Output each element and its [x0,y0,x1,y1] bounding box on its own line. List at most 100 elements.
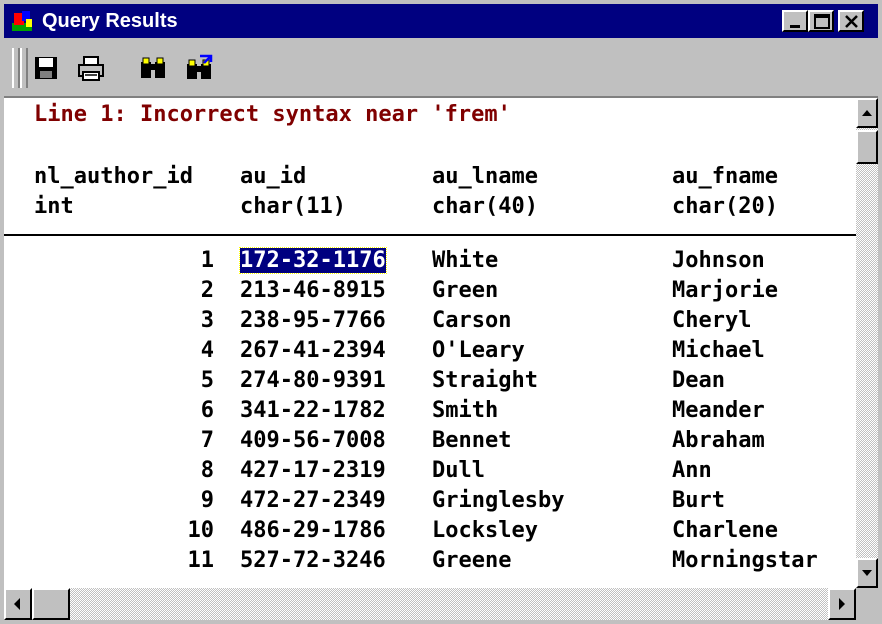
query-results-icon [10,9,34,33]
cell-au-fname[interactable]: Abraham [672,428,765,453]
toolbar-grip[interactable] [12,48,20,88]
table-row[interactable]: 6 341-22-1782 Smith Meander [4,398,856,428]
cell-nl-author-id[interactable]: 9 [4,488,214,513]
column-header-type: char(11) [240,194,346,219]
cell-au-lname[interactable]: Dull [432,458,485,483]
cell-au-lname[interactable]: Gringlesby [432,488,564,513]
cell-au-lname[interactable]: Smith [432,398,498,423]
cell-au-lname[interactable]: O'Leary [432,338,525,363]
cell-au-id[interactable]: 213-46-8915 [240,278,386,303]
table-row[interactable]: 11 527-72-3246 Greene Morningstar [4,548,856,578]
table-row[interactable]: 10 486-29-1786 Locksley Charlene [4,518,856,548]
cell-au-id[interactable]: 274-80-9391 [240,368,386,393]
column-header-type: int [34,194,74,219]
cell-au-id[interactable]: 267-41-2394 [240,338,386,363]
cell-au-lname[interactable]: Bennet [432,428,511,453]
horizontal-scrollbar[interactable] [4,588,856,620]
cell-nl-author-id[interactable]: 1 [4,248,214,273]
cell-au-id[interactable]: 341-22-1782 [240,398,386,423]
table-row[interactable]: 7 409-56-7008 Bennet Abraham [4,428,856,458]
cell-au-fname[interactable]: Morningstar [672,548,818,573]
binoculars-icon [141,57,165,78]
maximize-icon [814,14,830,29]
close-icon [845,15,858,28]
cell-nl-author-id[interactable]: 6 [4,398,214,423]
query-results-window: Query Results Line 1: Incorrect syntax n… [0,0,882,624]
arrow-down-icon [862,570,872,576]
cell-au-fname[interactable]: Marjorie [672,278,778,303]
cell-nl-author-id[interactable]: 4 [4,338,214,363]
printer-icon [78,56,104,81]
arrow-up-icon [862,110,872,116]
cell-nl-author-id[interactable]: 3 [4,308,214,333]
print-button[interactable] [74,52,108,86]
horizontal-scroll-thumb[interactable] [32,588,70,620]
title-bar[interactable]: Query Results [4,4,878,38]
cell-au-id[interactable]: 472-27-2349 [240,488,386,513]
cell-nl-author-id[interactable]: 8 [4,458,214,483]
cell-nl-author-id[interactable]: 2 [4,278,214,303]
scroll-left-button[interactable] [4,588,32,620]
column-header-name: au_id [240,164,307,189]
cell-au-lname[interactable]: White [432,248,498,273]
binoculars-arrow-icon [187,54,213,79]
results-pane[interactable]: Line 1: Incorrect syntax near 'frem' nl_… [4,98,856,588]
cell-nl-author-id[interactable]: 11 [4,548,215,573]
column-header-type: char(20) [672,194,778,219]
vertical-scrollbar[interactable] [856,98,878,588]
column-header-name: au_lname [432,164,538,189]
cell-nl-author-id[interactable]: 5 [4,368,214,393]
cell-nl-author-id[interactable]: 10 [4,518,215,543]
cell-au-lname[interactable]: Straight [432,368,538,393]
cell-au-id[interactable]: 409-56-7008 [240,428,386,453]
maximize-button[interactable] [808,10,834,32]
cell-au-id[interactable]: 486-29-1786 [240,518,386,543]
cell-au-id[interactable]: 527-72-3246 [240,548,386,573]
table-row[interactable]: 2 213-46-8915 Green Marjorie [4,278,856,308]
find-button[interactable] [136,52,170,86]
cell-au-id[interactable]: 172-32-1176 [239,247,387,274]
minimize-button[interactable] [782,10,808,32]
column-header-type: char(40) [432,194,538,219]
save-button[interactable] [30,52,64,86]
scroll-up-button[interactable] [856,98,878,128]
arrow-left-icon [14,598,20,610]
toolbar-grip[interactable] [20,48,28,88]
cell-au-fname[interactable]: Ann [672,458,712,483]
cell-au-fname[interactable]: Johnson [672,248,765,273]
cell-au-lname[interactable]: Locksley [432,518,538,543]
error-message: Line 1: Incorrect syntax near 'frem' [34,102,511,127]
minimize-icon [790,25,800,28]
floppy-disk-icon [35,57,57,79]
table-row[interactable]: 3 238-95-7766 Carson Cheryl [4,308,856,338]
cell-au-fname[interactable]: Michael [672,338,765,363]
cell-au-lname[interactable]: Green [432,278,498,303]
find-next-button[interactable] [182,52,216,86]
table-row[interactable]: 4 267-41-2394 O'Leary Michael [4,338,856,368]
window-title: Query Results [42,10,178,32]
table-row[interactable]: 1 172-32-1176 White Johnson [4,247,856,278]
cell-nl-author-id[interactable]: 7 [4,428,214,453]
cell-au-fname[interactable]: Burt [672,488,725,513]
cell-au-fname[interactable]: Charlene [672,518,778,543]
close-button[interactable] [838,10,864,32]
cell-au-fname[interactable]: Cheryl [672,308,751,333]
cell-au-id[interactable]: 427-17-2319 [240,458,386,483]
header-divider [4,234,856,236]
cell-au-fname[interactable]: Meander [672,398,765,423]
cell-au-id[interactable]: 238-95-7766 [240,308,386,333]
table-row[interactable]: 9 472-27-2349 Gringlesby Burt [4,488,856,518]
cell-au-lname[interactable]: Greene [432,548,511,573]
scroll-right-button[interactable] [828,588,856,620]
column-header-name: nl_author_id [34,164,193,189]
column-header-name: au_fname [672,164,778,189]
vertical-scroll-thumb[interactable] [856,130,878,164]
arrow-right-icon [839,598,845,610]
cell-au-lname[interactable]: Carson [432,308,511,333]
cell-au-fname[interactable]: Dean [672,368,725,393]
table-row[interactable]: 5 274-80-9391 Straight Dean [4,368,856,398]
scroll-down-button[interactable] [856,558,878,588]
table-row[interactable]: 8 427-17-2319 Dull Ann [4,458,856,488]
scrollbar-corner [856,588,878,620]
toolbar [4,40,878,98]
